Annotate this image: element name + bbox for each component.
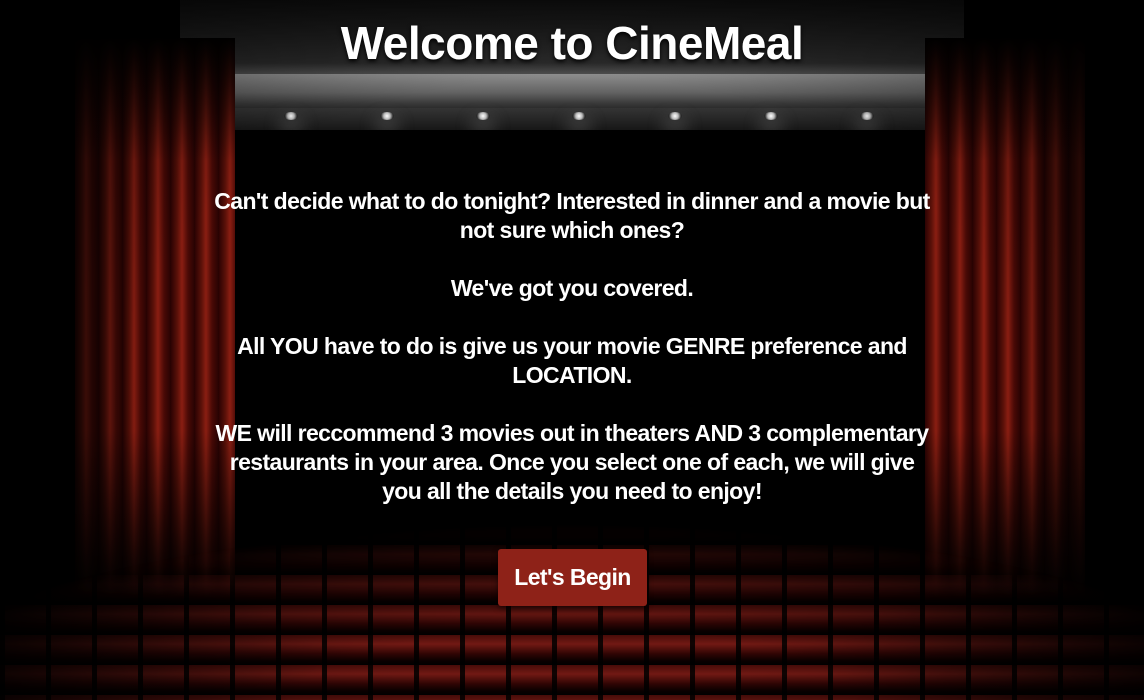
ceiling-spotlight <box>668 112 682 120</box>
ceiling-spotlight <box>764 112 778 120</box>
intro-reassurance: We've got you covered. <box>450 275 694 301</box>
ceiling-light-strip <box>215 74 929 108</box>
intro-recommendation: WE will reccommend 3 movies out in theat… <box>215 420 929 504</box>
theater-seats <box>0 515 1144 700</box>
intro-instructions: All YOU have to do is give us your movie… <box>237 333 907 388</box>
right-curtain-shade <box>925 38 1085 598</box>
ceiling-spotlight <box>572 112 586 120</box>
theater-background: Welcome to CineMeal Can't decide what to… <box>0 0 1144 700</box>
lets-begin-button[interactable]: Let's Begin <box>498 549 647 606</box>
intro-text: Can't decide what to do tonight? Interes… <box>212 187 932 506</box>
page-title: Welcome to CineMeal <box>340 17 804 69</box>
ceiling-spotlight <box>284 112 298 120</box>
left-curtain-shade <box>75 38 235 598</box>
intro-question: Can't decide what to do tonight? Interes… <box>214 188 930 243</box>
ceiling-spotlight <box>380 112 394 120</box>
ceiling-spotlight <box>476 112 490 120</box>
ceiling-spotlight <box>860 112 874 120</box>
